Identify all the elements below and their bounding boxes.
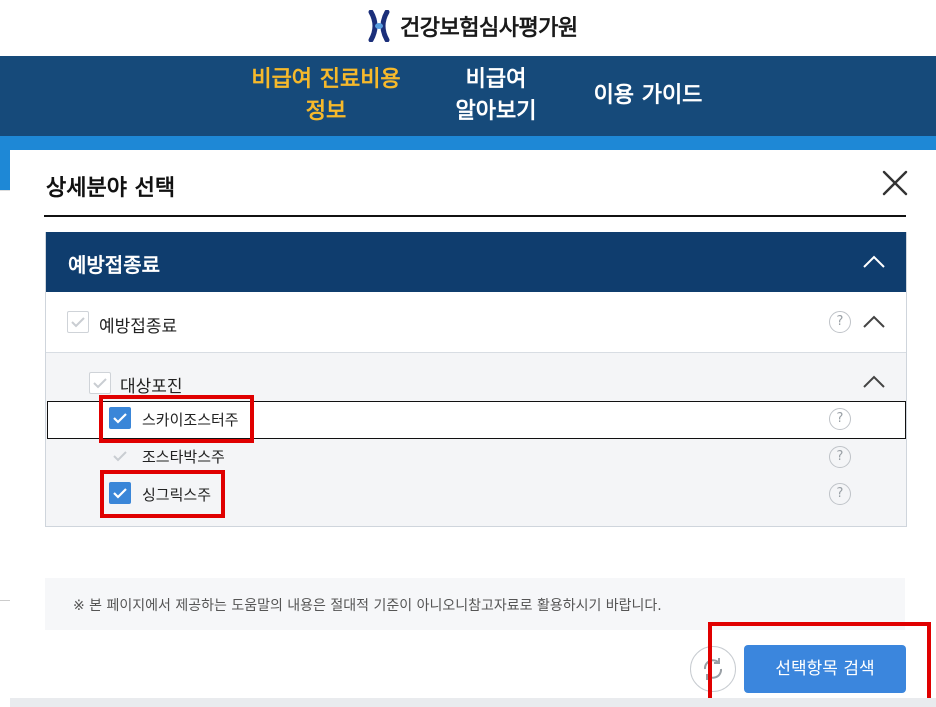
nav-item-guide[interactable]: 이용 가이드: [588, 80, 708, 112]
tree-label: 대상포진: [120, 377, 183, 397]
notice-text: ※ 본 페이지에서 제공하는 도움말의 내용은 절대적 기준이 아니오니참고자료…: [73, 598, 662, 614]
category-header[interactable]: 예방접종료: [46, 232, 906, 292]
checkbox-item[interactable]: [109, 445, 131, 467]
accent-strip: [0, 136, 936, 150]
help-icon[interactable]: ?: [829, 446, 851, 468]
category-title: 예방접종료: [68, 253, 160, 277]
site-header: 건강보험심사평가원: [0, 0, 936, 56]
help-icon[interactable]: ?: [829, 311, 851, 333]
check-icon: [93, 378, 107, 389]
highlight-box: [708, 622, 931, 704]
nav-item-cost-info[interactable]: 비급여 진료비용 정보: [248, 64, 404, 128]
nav-item-label: 비급여 진료비용: [251, 67, 401, 92]
tree-label: 예방접종료: [99, 317, 178, 337]
nav-item-learn[interactable]: 비급여 알아보기: [446, 64, 546, 128]
divider: [0, 190, 10, 191]
logo-text: 건강보험심사평가원: [400, 16, 578, 41]
help-icon[interactable]: ?: [829, 483, 851, 505]
nav-item-label: 이용 가이드: [593, 83, 703, 108]
help-icon[interactable]: ?: [829, 408, 851, 430]
check-icon: [71, 317, 85, 328]
detail-field-modal: 상세분야 선택 예방접종료 예방접종료 ? 대상포진 스카이조스터주 ? 조스타…: [10, 150, 936, 707]
divider: [44, 215, 906, 217]
highlight-box: [100, 470, 225, 518]
category-panel: 예방접종료 예방접종료 ? 대상포진 스카이조스터주 ? 조스타박스주 ? 싱그…: [45, 232, 907, 527]
chevron-up-icon[interactable]: [862, 255, 886, 269]
tree-row-level1: 예방접종료 ?: [46, 292, 906, 353]
nav-item-label: 알아보기: [455, 99, 537, 124]
main-nav: 비급여 진료비용 정보 비급여 알아보기 이용 가이드: [0, 56, 936, 136]
chevron-up-icon[interactable]: [862, 375, 886, 389]
nav-item-label: 정보: [305, 99, 347, 124]
tree-label: 조스타박스주: [142, 448, 225, 466]
check-icon: [113, 451, 127, 462]
chevron-up-icon[interactable]: [862, 315, 886, 329]
checkbox-level2[interactable]: [89, 372, 111, 394]
checkbox-level1[interactable]: [67, 311, 89, 333]
background-accent: [0, 150, 10, 190]
logo-icon: [368, 9, 390, 43]
nav-item-label: 비급여: [465, 67, 527, 92]
highlight-box: [99, 395, 254, 443]
modal-footer-bg: [10, 698, 936, 707]
modal-title: 상세분야 선택: [46, 176, 176, 201]
divider: [0, 600, 10, 601]
close-icon[interactable]: [880, 168, 910, 198]
site-logo[interactable]: 건강보험심사평가원: [368, 8, 578, 44]
